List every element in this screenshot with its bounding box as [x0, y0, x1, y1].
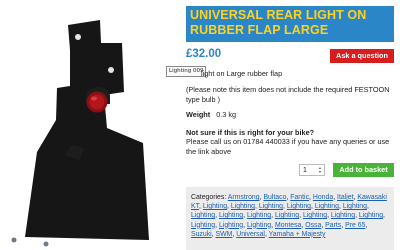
categories-box: Categories: Armstrong, Bultaco, Fantic, …: [186, 187, 394, 250]
category-link[interactable]: Lighting: [275, 212, 299, 219]
add-to-basket-button[interactable]: Add to basket: [333, 163, 394, 177]
category-link[interactable]: Montesa: [275, 222, 301, 229]
product-weight: Weight 0.3 kg: [186, 110, 236, 119]
categories-label: Categories:: [191, 194, 227, 201]
category-link[interactable]: Lighting: [231, 203, 255, 210]
category-link[interactable]: Italjet: [337, 194, 353, 201]
rubber-flap-shape: [25, 20, 149, 240]
category-link[interactable]: Lighting: [287, 203, 311, 210]
category-link[interactable]: Lighting: [191, 212, 215, 219]
category-link[interactable]: Ossa: [305, 222, 321, 229]
category-link[interactable]: Suzuki: [191, 231, 212, 238]
weight-value: 0.3 kg: [216, 110, 237, 119]
category-link[interactable]: Pre 65: [345, 222, 365, 229]
product-image[interactable]: [0, 0, 180, 250]
category-link[interactable]: Lighting: [191, 222, 215, 229]
category-link[interactable]: Lighting: [247, 222, 271, 229]
stepper-arrows-icon[interactable]: ▲ ▼: [317, 166, 323, 174]
product-description: light on Large rubber flap: [201, 69, 283, 78]
category-link[interactable]: Lighting: [219, 222, 243, 229]
ask-question-button[interactable]: Ask a question: [330, 49, 394, 63]
product-title: Universal Rear Light on Rubber Flap Larg…: [186, 6, 394, 42]
category-link[interactable]: Lighting: [219, 212, 243, 219]
mounting-hole-icon: [75, 34, 81, 40]
category-link[interactable]: Yamaha + Majesty: [269, 231, 326, 238]
category-link[interactable]: Universal: [236, 231, 265, 238]
weight-label: Weight: [186, 110, 211, 119]
category-link[interactable]: Lighting: [203, 203, 227, 210]
product-price: £32.00: [186, 48, 222, 60]
category-link[interactable]: Lighting: [331, 212, 355, 219]
category-link[interactable]: Lighting: [259, 203, 283, 210]
category-link[interactable]: Armstrong: [228, 194, 260, 201]
category-link[interactable]: Bultaco: [263, 194, 286, 201]
product-note: (Please note this item does not include …: [186, 85, 390, 104]
category-link[interactable]: Lighting: [343, 203, 367, 210]
help-text: Please call us on 01784 440033 if you ha…: [186, 137, 390, 156]
category-link[interactable]: Lighting: [359, 212, 383, 219]
rubber-flap-illustration: [11, 20, 149, 247]
thumbnail-dot[interactable]: [11, 237, 17, 243]
category-link[interactable]: Lighting: [247, 212, 271, 219]
quantity-stepper[interactable]: ▲▼: [299, 164, 325, 176]
category-link[interactable]: Lighting: [315, 203, 339, 210]
category-link[interactable]: Fantic: [290, 194, 309, 201]
category-link[interactable]: Honda: [313, 194, 333, 201]
category-link[interactable]: Lighting: [303, 212, 327, 219]
thumbnail-dot[interactable]: [43, 241, 49, 247]
mounting-hole-icon: [108, 67, 114, 73]
category-link[interactable]: SWM: [216, 231, 233, 238]
category-link[interactable]: Parts: [325, 222, 341, 229]
help-heading: Not sure if this is right for your bike?: [186, 128, 315, 137]
